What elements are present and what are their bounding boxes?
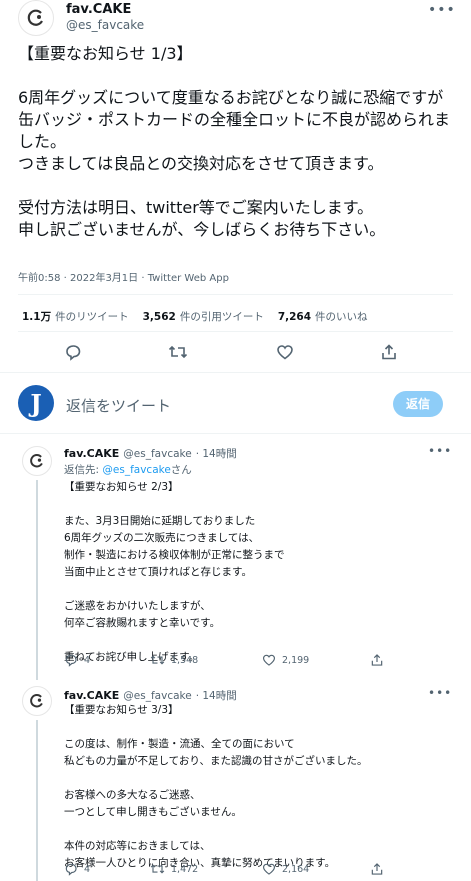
reply-action-reply[interactable]: 4 xyxy=(64,862,90,876)
reply-compose-input[interactable]: 返信をツイート xyxy=(66,395,366,416)
divider xyxy=(18,294,453,295)
reply-header: fav.CAKE @es_favcake · 14時間 xyxy=(64,688,237,703)
user-avatar-letter: J xyxy=(30,388,42,418)
reply-actions: 4 1,472 2,164 xyxy=(64,862,444,878)
tweet-timestamp[interactable]: 午前0:58 · 2022年3月1日 · Twitter Web App xyxy=(18,269,229,284)
divider xyxy=(18,331,453,332)
reply-to-line: 返信先: @es_favcakeさん xyxy=(64,464,192,476)
like-icon[interactable] xyxy=(276,343,294,361)
reply-avatar[interactable] xyxy=(22,686,52,716)
reply-author-name[interactable]: fav.CAKE xyxy=(64,447,119,460)
reply-icon[interactable] xyxy=(64,343,82,361)
like-stat[interactable]: 7,264 件のいいね xyxy=(278,309,368,324)
author-name[interactable]: fav.CAKE xyxy=(66,2,131,17)
reply-to-handle-link[interactable]: @es_favcake xyxy=(102,464,170,476)
reply-time[interactable]: · 14時間 xyxy=(196,446,237,461)
retweet-icon[interactable] xyxy=(168,343,188,361)
quote-stat[interactable]: 3,562 件の引用ツイート xyxy=(143,309,264,324)
tweet-stats: 1.1万 件のリツイート 3,562 件の引用ツイート 7,264 件のいいね xyxy=(22,309,368,324)
reply-avatar[interactable] xyxy=(22,446,52,476)
reply-author-name[interactable]: fav.CAKE xyxy=(64,689,119,702)
reply-header: fav.CAKE @es_favcake · 14時間 xyxy=(64,446,237,461)
share-icon[interactable] xyxy=(370,653,384,667)
reply-icon xyxy=(65,654,77,667)
author-handle[interactable]: @es_favcake xyxy=(66,18,144,32)
favcake-logo-icon xyxy=(30,694,43,708)
retweet-icon xyxy=(150,864,165,874)
reply-action-like[interactable]: 2,164 xyxy=(262,862,309,876)
more-options-icon[interactable]: ••• xyxy=(428,2,456,18)
reply-action-retweet[interactable]: 1,472 xyxy=(150,862,198,876)
more-options-icon[interactable]: ••• xyxy=(428,686,452,700)
more-options-icon[interactable]: ••• xyxy=(428,444,452,458)
reply-text: 【重要なお知らせ 2/3】 また、3月3日開始に延期しておりました 6周年グッズ… xyxy=(64,481,285,663)
tweet-text: 【重要なお知らせ 1/3】 6周年グッズについて度重なるお詫びとなり誠に恐縮です… xyxy=(18,44,451,239)
divider xyxy=(0,433,471,434)
retweet-stat[interactable]: 1.1万 件のリツイート xyxy=(22,309,129,324)
reply-actions: 4 1,548 2,199 xyxy=(64,653,444,669)
reply-text: 【重要なお知らせ 3/3】 この度は、制作・製造・流通、全ての面において 私ども… xyxy=(64,704,368,869)
user-avatar[interactable]: J xyxy=(18,385,54,421)
favcake-logo-icon xyxy=(30,454,43,468)
share-icon[interactable] xyxy=(380,343,398,361)
tweet-actions xyxy=(0,343,471,363)
share-icon[interactable] xyxy=(370,862,384,876)
reply-action-reply[interactable]: 4 xyxy=(64,653,90,667)
like-icon xyxy=(262,654,276,666)
reply-button[interactable]: 返信 xyxy=(393,391,443,417)
reply-icon xyxy=(65,863,77,876)
thread-line xyxy=(36,480,38,680)
reply-action-like[interactable]: 2,199 xyxy=(262,653,309,667)
retweet-icon xyxy=(150,655,165,665)
like-icon xyxy=(262,863,276,875)
reply-author-handle[interactable]: @es_favcake xyxy=(123,448,191,460)
thread-line xyxy=(36,720,38,881)
favcake-logo-icon xyxy=(27,9,43,26)
avatar[interactable] xyxy=(18,0,54,36)
reply-time[interactable]: · 14時間 xyxy=(196,688,237,703)
divider xyxy=(0,372,471,373)
reply-author-handle[interactable]: @es_favcake xyxy=(123,690,191,702)
reply-action-retweet[interactable]: 1,548 xyxy=(150,653,198,667)
